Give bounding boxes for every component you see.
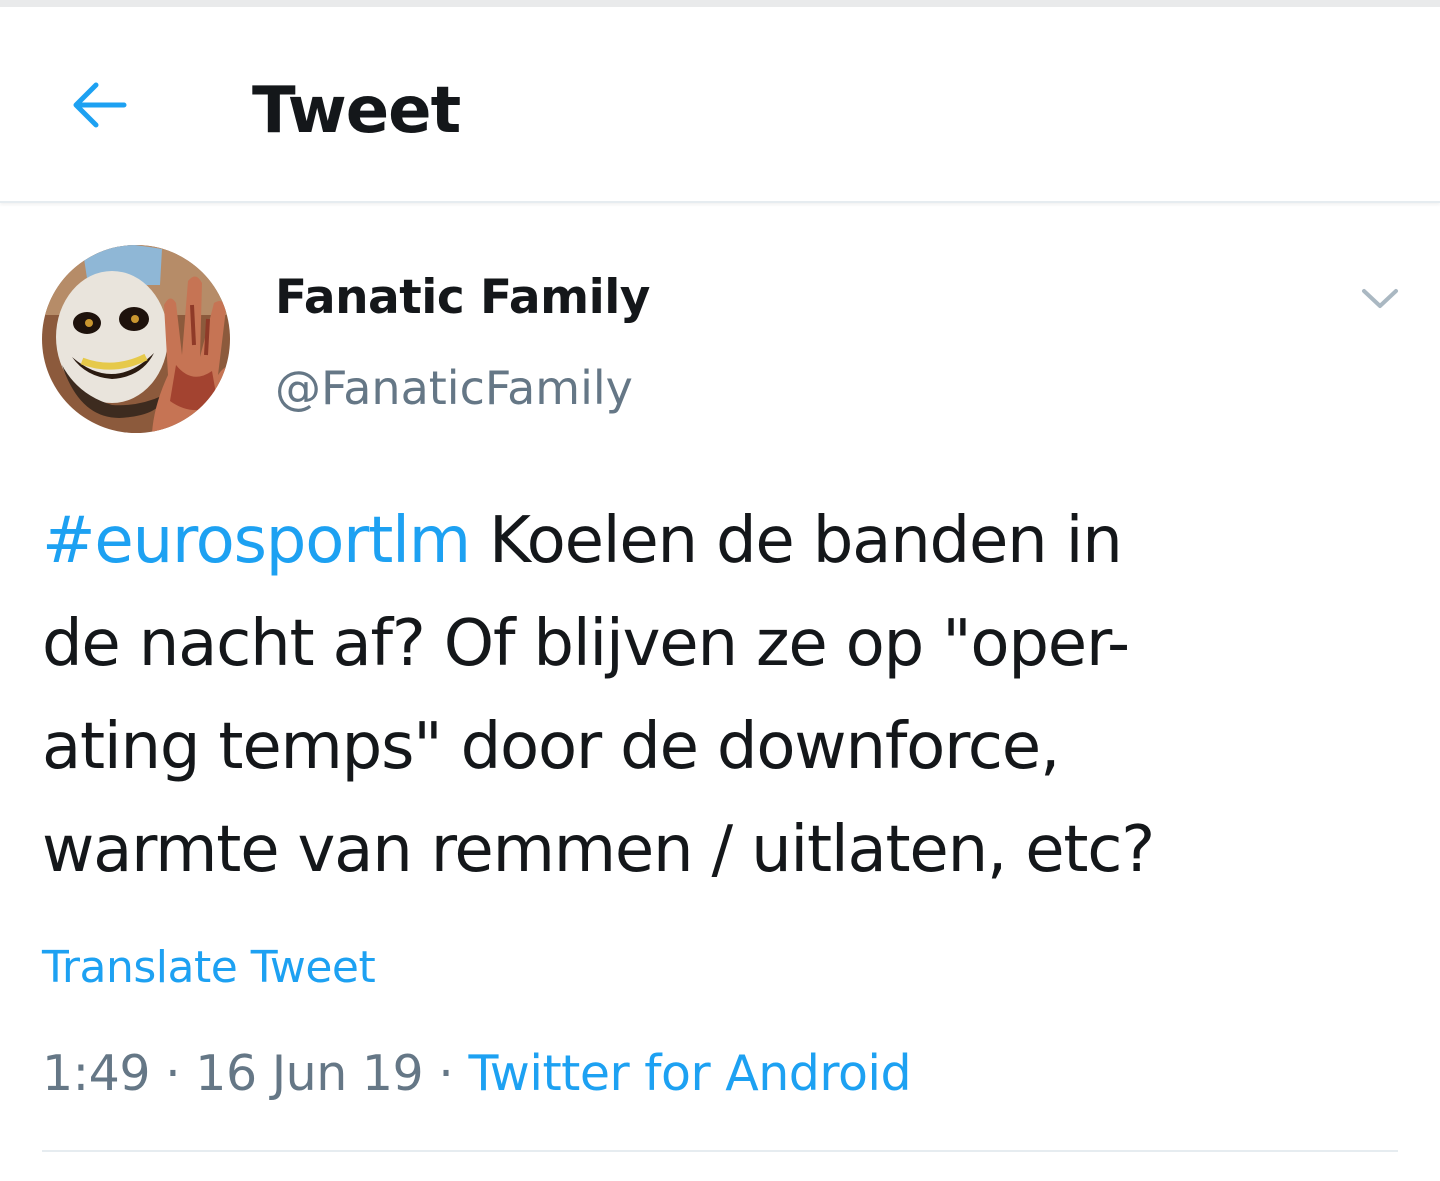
translate-tweet-link[interactable]: Translate Tweet: [42, 938, 376, 998]
tweet-text-line: warmte van remmen / uitlaten, etc?: [42, 813, 1155, 887]
tweet-text-segment: Koelen de banden in: [469, 504, 1123, 578]
tweet-date: 16 Jun 19: [195, 1045, 424, 1102]
back-button[interactable]: [60, 73, 136, 137]
tweet-time: 1:49: [42, 1045, 151, 1102]
arrow-left-icon: [73, 82, 127, 128]
meta-separator: ·: [423, 1045, 469, 1102]
avatar[interactable]: [42, 245, 230, 433]
tweet-text-line: de nacht af? Of blijven ze op "oper-: [42, 607, 1130, 681]
meta-separator: ·: [150, 1045, 196, 1102]
status-strip: [0, 0, 1440, 7]
tweet-text-line: ating temps" door de downforce,: [42, 710, 1060, 784]
tweet-source-link[interactable]: Twitter for Android: [468, 1045, 911, 1102]
chevron-down-icon: [1362, 289, 1398, 308]
hashtag-link[interactable]: #eurosportlm: [42, 504, 471, 578]
page-title: Tweet: [252, 74, 461, 148]
tweet-meta: 1:49 · 16 Jun 19 · Twitter for Android: [42, 1042, 912, 1106]
tweet-text-line: #eurosportlm Koelen de banden in: [42, 490, 1422, 593]
divider: [42, 1150, 1398, 1152]
author-handle[interactable]: @FanaticFamily: [275, 358, 633, 418]
author-display-name[interactable]: Fanatic Family: [275, 268, 650, 328]
top-app-bar: Tweet: [0, 7, 1440, 203]
tweet-text: #eurosportlm Koelen de banden in de nach…: [42, 490, 1422, 902]
tweet-menu-button[interactable]: [1352, 276, 1408, 320]
avatar-image: [42, 245, 230, 433]
